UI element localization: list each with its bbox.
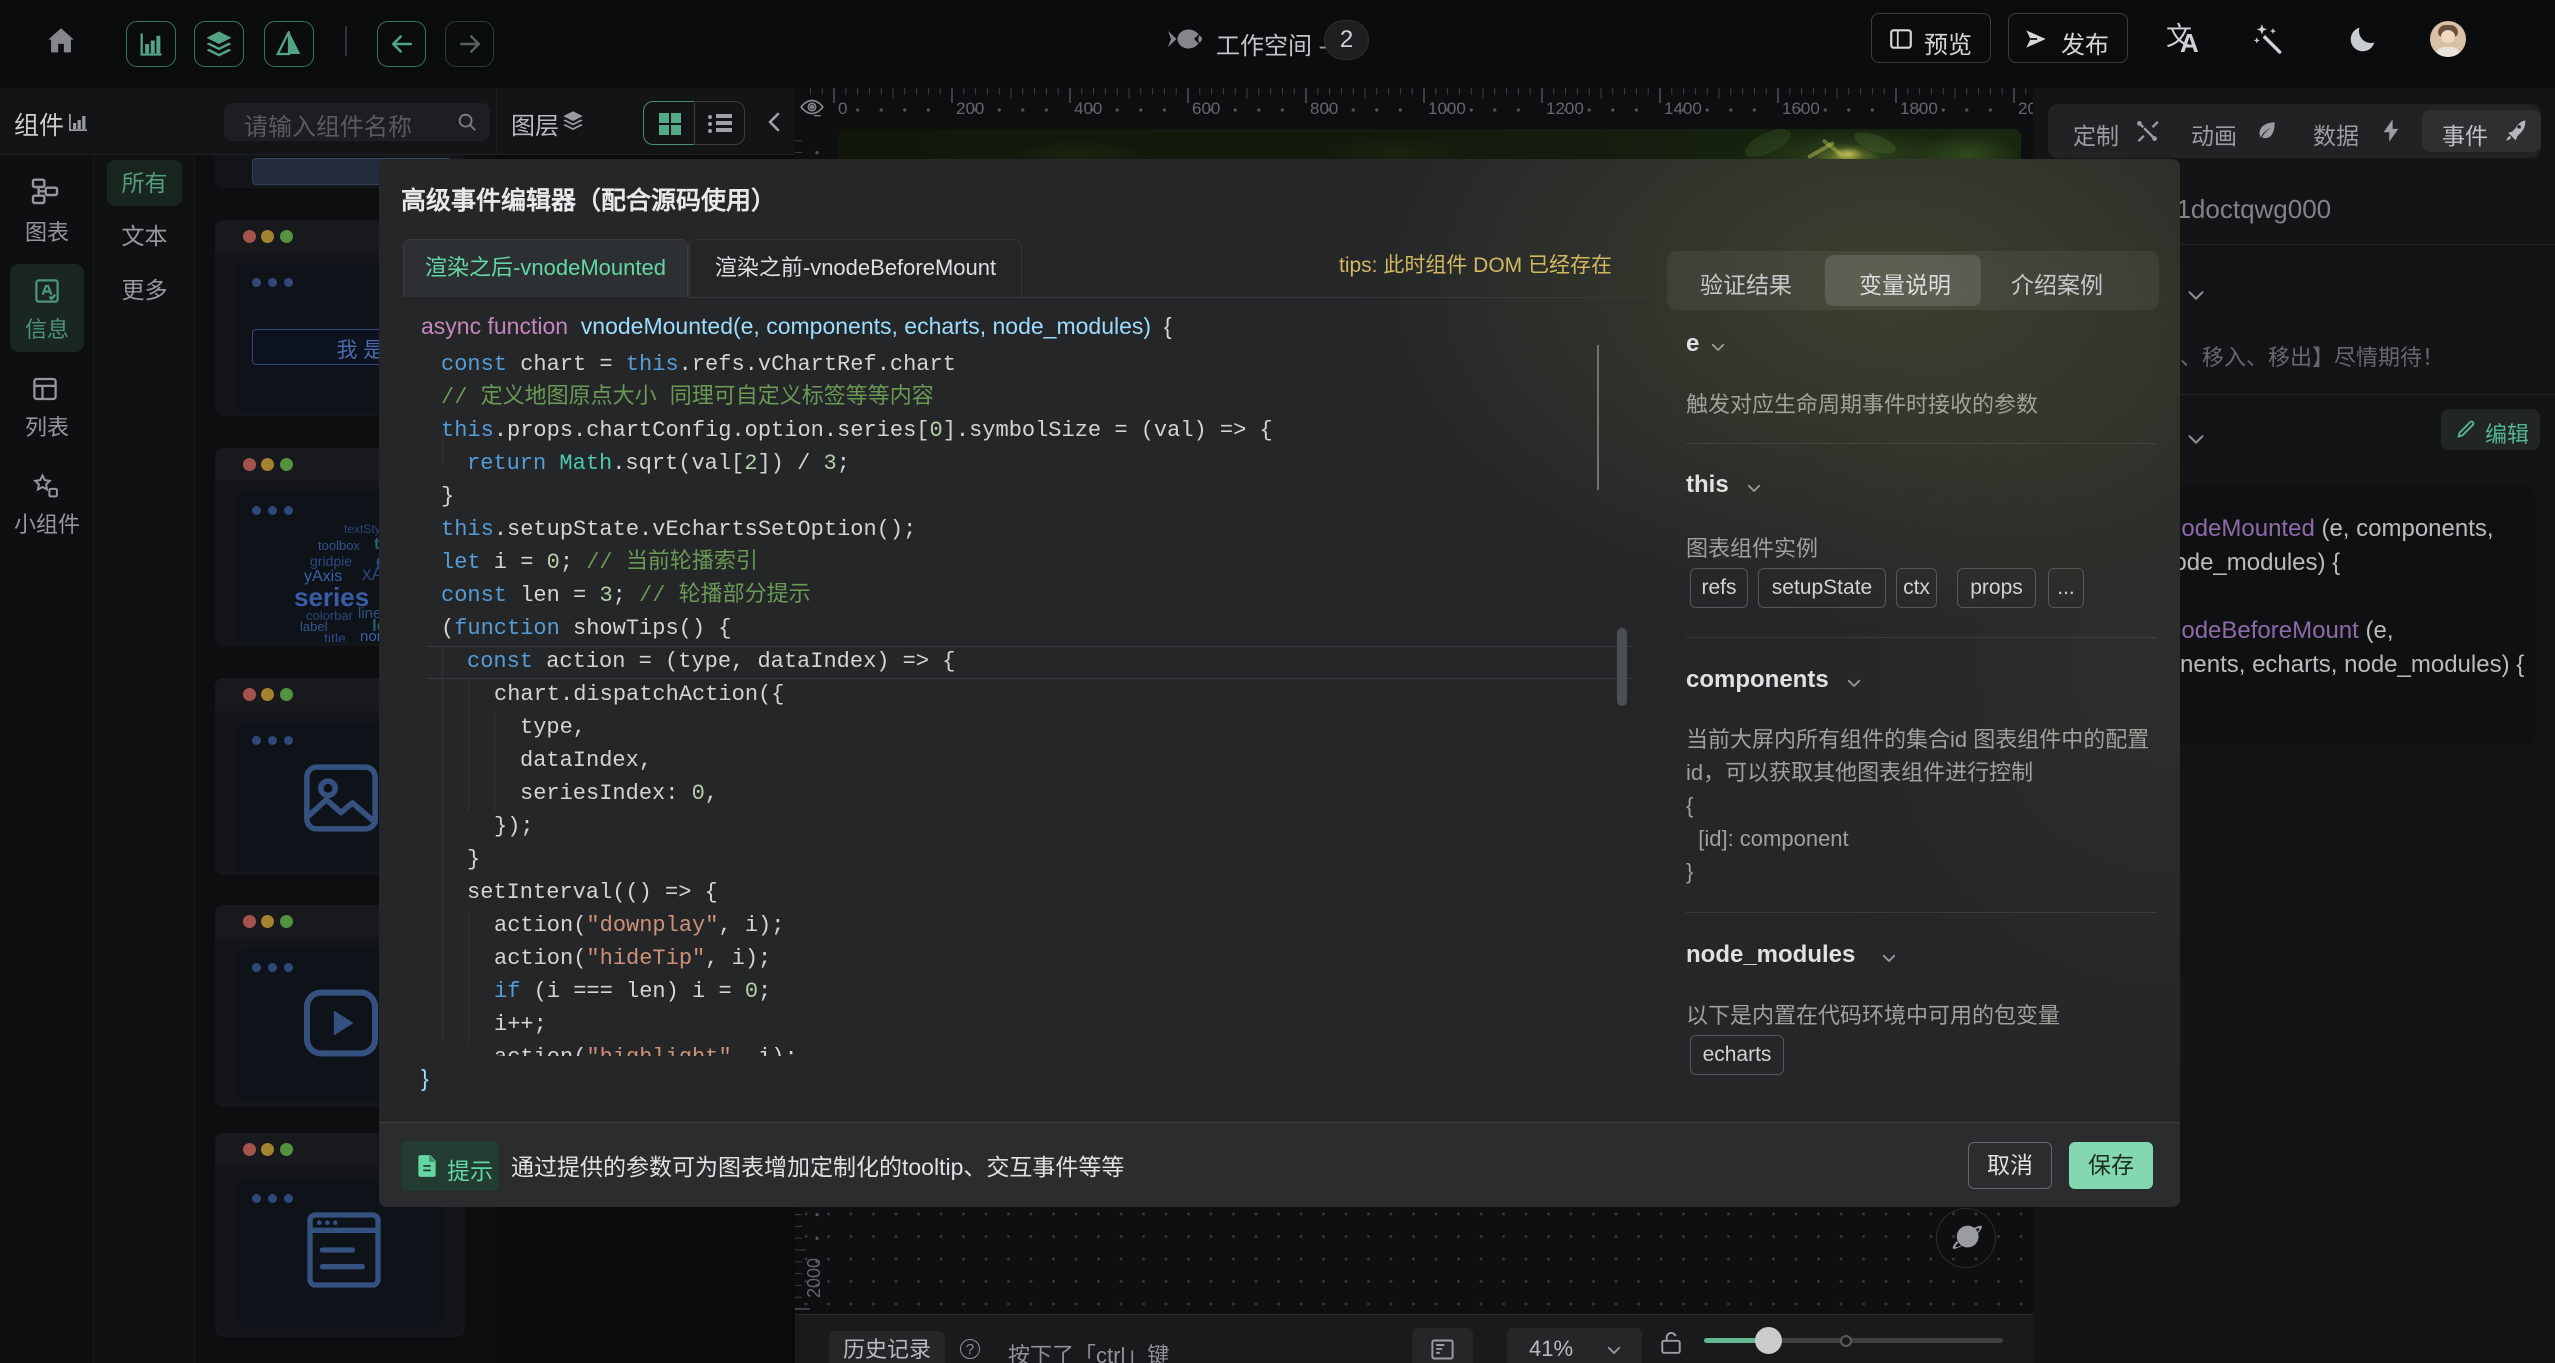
svg-text:1800: 1800 [1900,99,1938,118]
svg-text:1600: 1600 [1782,99,1820,118]
svg-text:400: 400 [1074,99,1102,118]
svg-text:1200: 1200 [1546,99,1584,118]
svg-text:800: 800 [1310,99,1338,118]
svg-text:1000: 1000 [1428,99,1466,118]
svg-text:600: 600 [1192,99,1220,118]
svg-text:200: 200 [956,99,984,118]
svg-text:1400: 1400 [1664,99,1702,118]
svg-text:2000: 2000 [2018,99,2033,118]
svg-text:0: 0 [838,99,847,118]
